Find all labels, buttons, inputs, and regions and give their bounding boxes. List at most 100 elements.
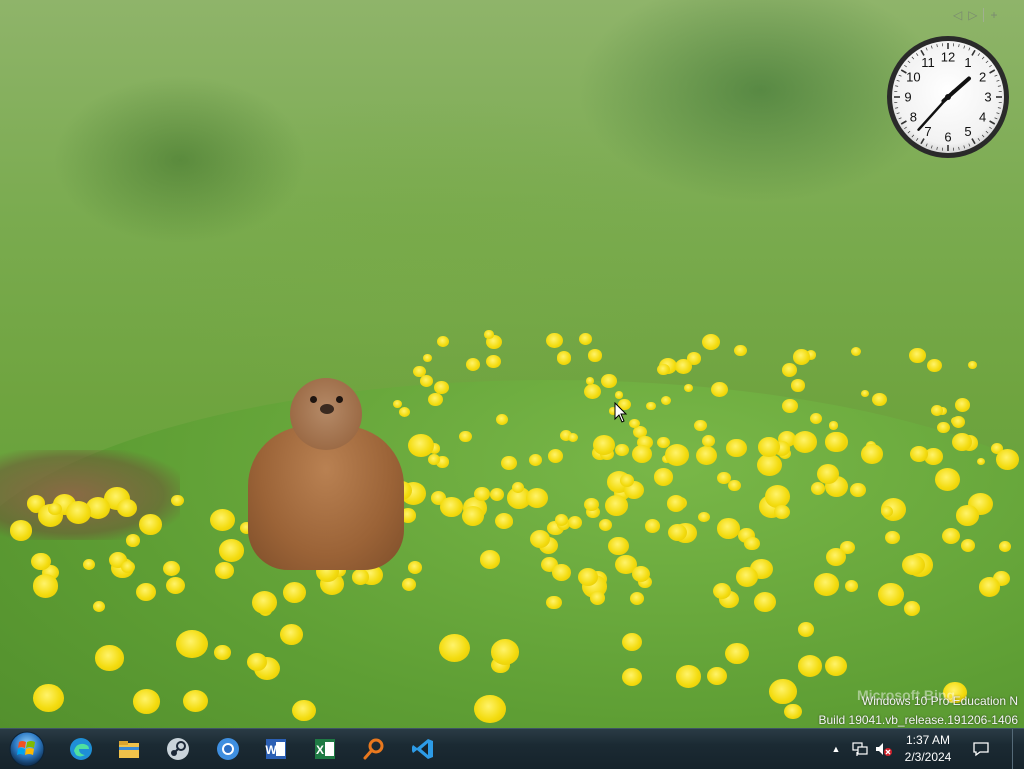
wallpaper-flower xyxy=(961,539,975,552)
wallpaper-flower xyxy=(352,569,370,585)
wallpaper-flower xyxy=(878,583,904,606)
wallpaper-flower xyxy=(909,348,925,363)
clock-number: 11 xyxy=(921,55,935,70)
wallpaper-flower xyxy=(630,592,644,605)
wallpaper-flower xyxy=(798,622,814,637)
search-tool-icon xyxy=(361,736,387,762)
wallpaper-flower xyxy=(937,422,949,433)
tray-overflow-button[interactable]: ▲ xyxy=(829,729,843,769)
wallpaper-flower xyxy=(935,468,961,491)
wallpaper-flower xyxy=(593,435,615,455)
wallpaper-marmot xyxy=(248,378,404,570)
wallpaper-flower xyxy=(437,336,450,347)
wallpaper-flower xyxy=(434,381,448,394)
taskbar-clock-time: 1:37 AM xyxy=(900,732,956,749)
wallpaper-flower xyxy=(702,334,720,350)
wallpaper-flower xyxy=(825,656,847,676)
wallpaper-flower xyxy=(117,499,137,517)
gadget-next-button[interactable]: ▷ xyxy=(968,8,977,22)
taskbar-search-tool-button[interactable] xyxy=(351,731,397,767)
wallpaper-flower xyxy=(48,503,62,515)
wallpaper-flower xyxy=(782,363,797,377)
wallpaper-flower xyxy=(546,596,561,610)
wallpaper-flower xyxy=(910,446,928,462)
wallpaper-flower xyxy=(568,433,578,442)
wallpaper-flower xyxy=(826,548,846,566)
wallpaper-flower xyxy=(408,561,422,573)
wallpaper-flower xyxy=(555,514,569,526)
clock-number: 3 xyxy=(984,90,991,105)
wallpaper-flower xyxy=(33,574,59,597)
wallpaper-flower xyxy=(252,591,277,614)
wallpaper-flower xyxy=(219,539,244,561)
wallpaper-flower xyxy=(810,413,822,424)
wallpaper-flower xyxy=(717,472,730,484)
taskbar-vscode-button[interactable] xyxy=(400,731,446,767)
network-icon xyxy=(851,741,869,757)
wallpaper-flower xyxy=(774,505,790,519)
svg-text:W: W xyxy=(265,743,277,757)
wallpaper-flower xyxy=(850,483,865,497)
start-button[interactable] xyxy=(4,731,50,767)
notification-icon xyxy=(972,741,990,757)
wallpaper-flower xyxy=(615,391,624,399)
taskbar-excel-button[interactable]: X xyxy=(302,731,348,767)
wallpaper-flower xyxy=(530,530,550,548)
show-desktop-button[interactable] xyxy=(1012,729,1024,769)
taskbar-edge-button[interactable] xyxy=(58,731,104,767)
word-icon: W xyxy=(263,736,289,762)
wallpaper-flower xyxy=(214,645,230,660)
taskbar-clock[interactable]: 1:37 AM 2/3/2024 xyxy=(900,732,956,766)
wallpaper-flower xyxy=(484,330,493,338)
taskbar-chrome-button[interactable] xyxy=(205,731,251,767)
wallpaper-flower xyxy=(586,377,594,384)
steam-icon xyxy=(165,736,191,762)
wallpaper-flower xyxy=(861,390,869,397)
clock-number: 5 xyxy=(964,124,971,139)
wallpaper-flower xyxy=(495,513,513,530)
clock-number: 8 xyxy=(910,110,917,125)
wallpaper-flower xyxy=(694,420,706,431)
action-center-button[interactable] xyxy=(968,729,994,769)
wallpaper-flower xyxy=(66,501,91,523)
gadget-prev-button[interactable]: ◁ xyxy=(953,8,962,22)
wallpaper-flower xyxy=(784,704,802,720)
wallpaper-flower xyxy=(927,359,942,372)
wallpaper-flower xyxy=(496,414,508,425)
wallpaper-flower xyxy=(126,534,140,546)
wallpaper-flower xyxy=(176,630,208,658)
wallpaper-flower xyxy=(665,444,689,466)
wallpaper-flower xyxy=(280,624,304,645)
wallpaper-flower xyxy=(486,355,501,368)
gadget-add-button[interactable]: + xyxy=(990,8,997,22)
clock-gadget[interactable]: 121234567891011 xyxy=(885,34,1011,160)
wallpaper-flower xyxy=(675,359,692,374)
wallpaper-flower xyxy=(629,419,639,428)
file-explorer-icon xyxy=(116,736,142,762)
wallpaper-flower xyxy=(999,541,1011,552)
wallpaper-flower xyxy=(728,480,740,491)
desktop-wallpaper[interactable] xyxy=(0,0,1024,728)
wallpaper-flower xyxy=(557,351,572,364)
wallpaper-flower xyxy=(615,444,628,456)
wallpaper-flower xyxy=(744,537,759,551)
clock-number: 6 xyxy=(944,130,951,145)
taskbar-clock-date: 2/3/2024 xyxy=(900,749,956,766)
wallpaper-flower xyxy=(578,568,598,586)
tray-network-button[interactable] xyxy=(849,729,871,769)
wallpaper-flower xyxy=(491,639,519,664)
wallpaper-flower xyxy=(579,333,592,345)
taskbar-word-button[interactable]: W xyxy=(253,731,299,767)
wallpaper-flower xyxy=(657,364,670,375)
taskbar-steam-button[interactable] xyxy=(155,731,201,767)
wallpaper-flower xyxy=(793,431,817,453)
wallpaper-flower xyxy=(851,347,861,356)
wallpaper-flower xyxy=(825,432,846,451)
wallpaper-flower xyxy=(904,601,920,616)
wallpaper-flower xyxy=(440,497,463,517)
wallpaper-flower xyxy=(955,398,971,412)
clock-center-pin xyxy=(945,94,951,100)
wallpaper-flower xyxy=(811,482,825,495)
taskbar-file-explorer-button[interactable] xyxy=(106,731,152,767)
tray-volume-button[interactable] xyxy=(873,729,895,769)
